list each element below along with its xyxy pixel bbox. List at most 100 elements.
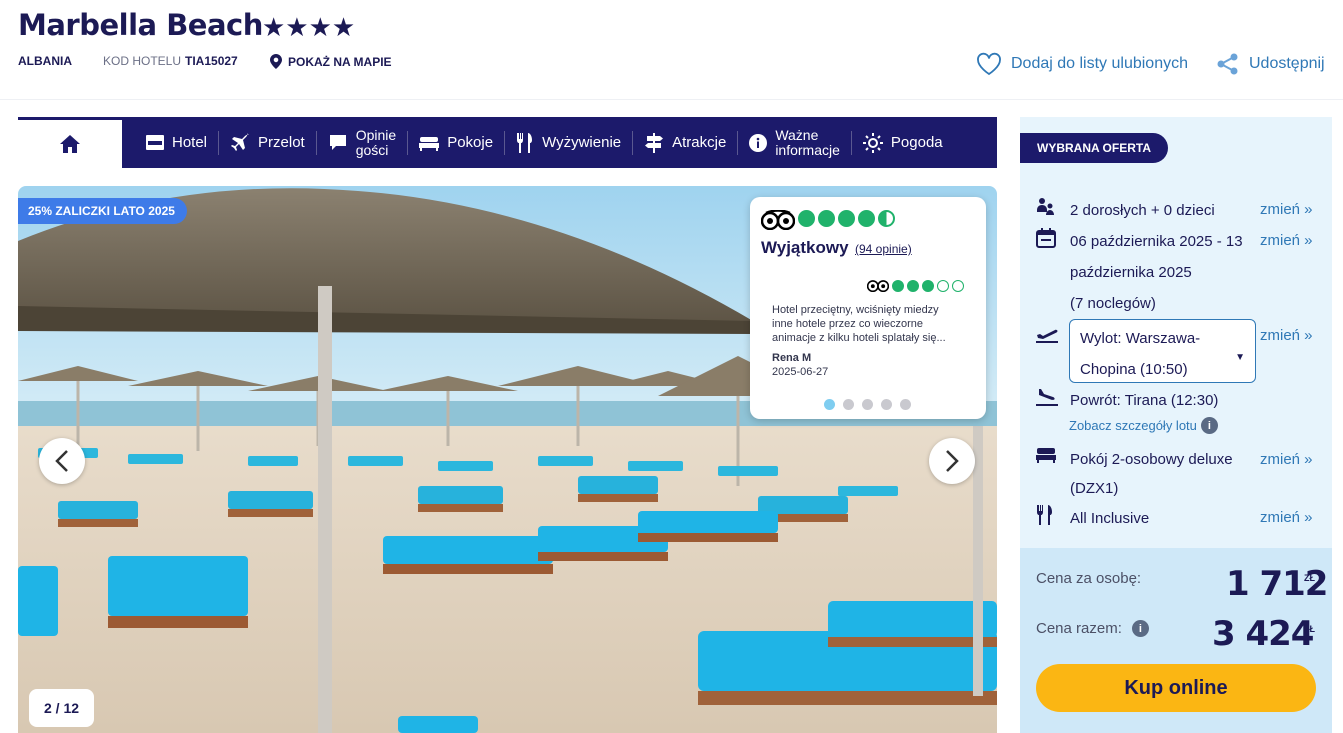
flight-details-label: Zobacz szczegóły lotu xyxy=(1069,418,1197,433)
plane-landing-icon xyxy=(1036,389,1058,406)
review-rating-dot xyxy=(907,279,919,292)
price-box: Cena za osobę: 1 712 ZŁ Cena razem: i 3 … xyxy=(1020,548,1332,733)
cutlery-icon xyxy=(1037,505,1052,525)
review-page-dot[interactable] xyxy=(843,399,854,410)
review-page-dot[interactable] xyxy=(824,399,835,410)
info-icon[interactable]: i xyxy=(1131,620,1149,637)
chevron-left-icon xyxy=(55,450,68,472)
hotel-icon xyxy=(146,135,164,150)
sun-icon xyxy=(862,132,883,153)
caret-down-icon: ▼ xyxy=(1235,352,1245,363)
change-flight-link[interactable]: zmień » xyxy=(1260,327,1313,344)
rating-word: Wyjątkowy xyxy=(761,238,849,257)
people-icon xyxy=(1037,198,1054,215)
rating-dot xyxy=(838,210,855,227)
tab-attractions[interactable]: Atrakcje xyxy=(633,117,737,168)
tab-reviews[interactable]: Opinie gości xyxy=(317,117,407,168)
price-total-label: Cena razem: xyxy=(1036,620,1122,637)
price-per-person-value: 1 712 xyxy=(1226,564,1328,604)
return-text: Powrót: Tirana (12:30) xyxy=(1070,392,1219,409)
tab-meals[interactable]: Wyżywienie xyxy=(505,117,632,168)
tab-weather[interactable]: Pogoda xyxy=(852,117,954,168)
review-rating-dot xyxy=(922,279,934,292)
bed-icon xyxy=(419,136,440,151)
flight-details-link[interactable]: Zobacz szczegóły lotu i xyxy=(1069,417,1218,434)
info-icon xyxy=(749,133,768,152)
gallery-prev-button[interactable] xyxy=(39,438,85,484)
departure-line2: Chopina (10:50) xyxy=(1080,361,1188,378)
offer-dates: 06 października 2025 - 13 października 20… xyxy=(1036,226,1243,319)
hotel-header: Marbella Beach ★★★★ ALBANIA KOD HOTELU TI… xyxy=(0,0,1343,100)
promo-badge: 25% ZALICZKI LATO 2025 xyxy=(18,198,187,224)
room-line1: Pokój 2-osobowy deluxe xyxy=(1070,451,1233,468)
change-guests-link[interactable]: zmień » xyxy=(1260,201,1313,218)
change-room-link[interactable]: zmień » xyxy=(1260,451,1313,468)
hotel-stars: ★★★★ xyxy=(262,12,356,42)
map-pin-icon xyxy=(270,54,282,69)
price-total-value: 3 424 xyxy=(1212,614,1314,654)
show-on-map-link[interactable]: POKAŻ NA MAPIE xyxy=(270,54,392,69)
gallery-next-button[interactable] xyxy=(929,438,975,484)
tab-home[interactable] xyxy=(18,117,122,168)
offer-departure xyxy=(1036,323,1070,348)
signpost-icon xyxy=(645,132,664,153)
departure-flight-select[interactable]: Wylot: Warszawa- Chopina (10:50) ▼ xyxy=(1069,319,1256,383)
dates-line2: października 2025 xyxy=(1070,264,1192,281)
change-board-link[interactable]: zmień » xyxy=(1260,509,1313,526)
buy-online-button[interactable]: Kup online xyxy=(1036,664,1316,712)
tab-rooms[interactable]: Pokoje xyxy=(408,117,504,168)
selected-offer-panel: WYBRANA OFERTA 2 dorosłych + 0 dzieci zm… xyxy=(1020,117,1332,733)
review-count-link[interactable]: (94 opinie) xyxy=(855,242,912,256)
selected-offer-badge: WYBRANA OFERTA xyxy=(1020,133,1168,163)
info-icon: i xyxy=(1200,417,1218,434)
review-rating-dot xyxy=(892,279,904,292)
add-to-favorites-label: Dodaj do listy ulubionych xyxy=(1011,55,1188,72)
tab-rooms-label: Pokoje xyxy=(447,134,494,151)
tab-flight[interactable]: Przelot xyxy=(219,117,316,168)
tripadvisor-review-card[interactable]: Wyjątkowy (94 opinie) Hotel przeciętny, … xyxy=(750,197,986,419)
review-rating-dot xyxy=(937,279,949,292)
review-rating-dot xyxy=(952,279,964,292)
offer-guests: 2 dorosłych + 0 dzieci xyxy=(1036,195,1215,226)
plane-icon xyxy=(231,132,250,151)
home-icon xyxy=(60,135,80,153)
currency-label: ZŁ xyxy=(1304,624,1315,634)
tab-reviews-label-line2: gości xyxy=(355,141,389,158)
share-button[interactable]: Udostępnij xyxy=(1216,52,1325,76)
room-line2: (DZX1) xyxy=(1070,480,1119,497)
tab-hotel-label: Hotel xyxy=(172,134,208,151)
price-total-row: Cena razem: i xyxy=(1036,620,1149,637)
tab-important-info-label-line2: informacje xyxy=(775,141,840,158)
plane-takeoff-icon xyxy=(1036,329,1058,343)
tab-meals-label: Wyżywienie xyxy=(542,134,622,151)
review-text: Hotel przeciętny, wciśnięty miedzy inne … xyxy=(772,304,946,344)
tab-flight-label: Przelot xyxy=(258,134,305,151)
review-author: Rena M xyxy=(772,352,812,364)
gallery-counter: 2 / 12 xyxy=(29,689,94,727)
chevron-right-icon xyxy=(946,450,959,472)
review-page-dot[interactable] xyxy=(862,399,873,410)
share-label: Udostępnij xyxy=(1249,55,1325,72)
review-page-dot[interactable] xyxy=(881,399,892,410)
change-dates-link[interactable]: zmień » xyxy=(1260,232,1313,249)
tab-attractions-label: Atrakcje xyxy=(672,134,727,151)
tab-reviews-label-line1: Opinie xyxy=(355,126,397,143)
board-text: All Inclusive xyxy=(1070,510,1150,527)
review-date: 2025-06-27 xyxy=(772,366,829,378)
add-to-favorites-button[interactable]: Dodaj do listy ulubionych xyxy=(976,52,1188,76)
tab-important-info[interactable]: Ważne informacje xyxy=(738,117,851,168)
tab-weather-label: Pogoda xyxy=(890,134,943,151)
dates-line1: 06 października 2025 - 13 xyxy=(1070,233,1243,250)
review-page-dot[interactable] xyxy=(900,399,911,410)
overall-rating-dots xyxy=(798,210,895,227)
calendar-icon xyxy=(1036,228,1056,248)
hotel-code-value: TIA15027 xyxy=(185,54,238,68)
show-on-map-label: POKAŻ NA MAPIE xyxy=(288,54,392,69)
tab-hotel[interactable]: Hotel xyxy=(122,117,218,168)
tripadvisor-owl-icon xyxy=(867,280,889,292)
rating-dot xyxy=(798,210,815,227)
currency-label: ZŁ xyxy=(1304,573,1315,583)
cutlery-icon xyxy=(517,132,533,153)
hotel-code: KOD HOTELU TIA15027 xyxy=(103,54,238,68)
chat-icon xyxy=(329,134,346,150)
